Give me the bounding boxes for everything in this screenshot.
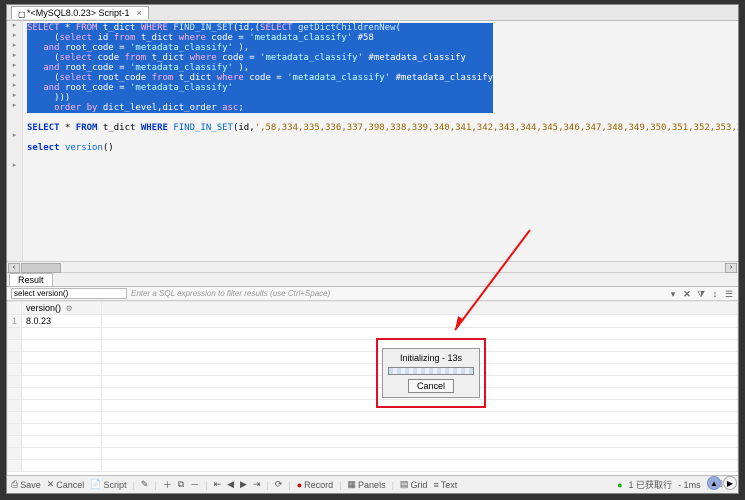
progress-bar: [388, 367, 474, 375]
column-spacer: [102, 302, 738, 315]
prev-button[interactable]: ◀: [227, 479, 234, 490]
last-button[interactable]: ⇥: [253, 479, 261, 490]
save-button[interactable]: ⎙Save: [11, 479, 41, 490]
filter-sort-icon[interactable]: ↕: [710, 289, 720, 299]
filter-apply-icon[interactable]: ▾: [668, 289, 678, 299]
progress-status: Initializing - 13s: [400, 353, 462, 363]
column-gear-icon[interactable]: ⚙: [66, 304, 73, 313]
sql-icon: ▢: [18, 10, 24, 16]
record-button[interactable]: ●Record: [297, 480, 333, 490]
grid-button[interactable]: ▤Grid: [400, 479, 428, 490]
dup-row-button[interactable]: ⧉: [178, 479, 184, 490]
cell-value[interactable]: 8.0.23: [22, 315, 102, 328]
panels-button[interactable]: ▦Panels: [348, 479, 386, 490]
refresh-button[interactable]: ⟳: [275, 479, 283, 490]
pill-up-icon[interactable]: ▲: [707, 476, 721, 490]
row-header: [8, 302, 22, 315]
text-button[interactable]: ≡Text: [433, 480, 457, 490]
sql-editor[interactable]: ▸▸▸▸ ▸▸▸▸▸ ▸ ▸ SELECT * FROM t_dict WHER…: [7, 21, 738, 261]
status-bar: ⎙Save ✕Cancel 📄Script | ✎ | ＋ ⧉ － | ⇤ ◀ …: [7, 475, 738, 493]
progress-dialog-highlight: Initializing - 13s Cancel: [376, 338, 486, 408]
fold-gutter: ▸▸▸▸ ▸▸▸▸▸ ▸ ▸: [7, 21, 23, 261]
progress-dialog: Initializing - 13s Cancel: [382, 348, 480, 398]
result-tab[interactable]: Result: [9, 273, 53, 286]
status-time: - 1ms: [678, 480, 701, 490]
cancel-button[interactable]: ✕Cancel: [47, 479, 85, 490]
filter-settings-icon[interactable]: ☰: [724, 289, 734, 299]
filter-input[interactable]: [11, 288, 127, 299]
scroll-left-icon[interactable]: ‹: [8, 263, 20, 273]
tab-title: *<MySQL8.0.23> Script-1: [27, 8, 130, 18]
filter-funnel-icon[interactable]: ⧩: [696, 289, 706, 299]
first-button[interactable]: ⇤: [214, 479, 222, 490]
column-label: version(): [26, 303, 61, 313]
corner-pills: ▲ ▶: [707, 476, 737, 490]
dialog-cancel-button[interactable]: Cancel: [408, 379, 454, 393]
del-row-button[interactable]: －: [190, 478, 199, 491]
close-icon[interactable]: ×: [137, 8, 142, 18]
editor-hscroll[interactable]: ‹ ›: [7, 261, 738, 273]
scroll-right-icon[interactable]: ›: [725, 263, 737, 273]
column-header[interactable]: version() ⚙: [22, 302, 102, 315]
filter-bar: Enter a SQL expression to filter results…: [7, 287, 738, 301]
pill-right-icon[interactable]: ▶: [723, 476, 737, 490]
editor-tab[interactable]: ▢ *<MySQL8.0.23> Script-1 ×: [11, 6, 149, 19]
editor-tab-bar: ▢ *<MySQL8.0.23> Script-1 ×: [7, 5, 738, 21]
status-rows: 1 已获取行: [629, 478, 673, 491]
filter-hint: Enter a SQL expression to filter results…: [131, 289, 668, 298]
filter-close-icon[interactable]: ✕: [682, 289, 692, 299]
table-row[interactable]: 1 8.0.23: [8, 315, 738, 328]
add-row-button[interactable]: ＋: [163, 478, 172, 491]
scroll-thumb[interactable]: [21, 263, 61, 273]
result-grid[interactable]: version() ⚙ 1 8.0.23: [7, 301, 738, 475]
script-button[interactable]: 📄Script: [90, 479, 126, 490]
result-tab-bar: Result: [7, 273, 738, 287]
edit-button[interactable]: ✎: [141, 479, 149, 490]
next-button[interactable]: ▶: [240, 479, 247, 490]
